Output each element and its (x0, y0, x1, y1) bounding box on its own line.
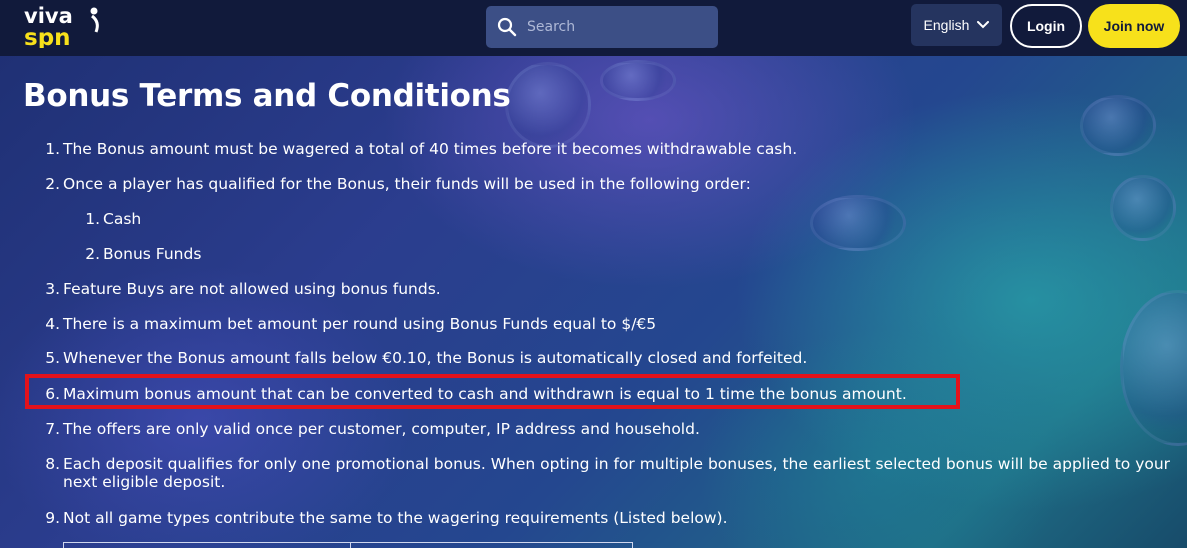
join-now-button[interactable]: Join now (1088, 4, 1180, 48)
search-bar[interactable]: Search (486, 6, 718, 48)
login-button[interactable]: Login (1010, 4, 1082, 48)
list-item: 7. The offers are only valid once per cus… (45, 420, 700, 438)
search-icon (497, 17, 517, 37)
language-selector[interactable]: English (911, 4, 1002, 46)
page-title: Bonus Terms and Conditions (23, 78, 511, 114)
list-item: 2. Once a player has qualified for the Bo… (45, 175, 751, 193)
background-chip (810, 195, 906, 251)
background-chip (505, 62, 591, 148)
contribution-table (63, 542, 633, 548)
chevron-down-icon (977, 21, 990, 29)
sub-list-item: 1. Cash (85, 210, 142, 228)
list-item: 9. Not all game types contribute the same… (45, 509, 728, 527)
top-navigation-bar: viva spn Search English Login Join now (0, 0, 1187, 56)
language-label: English (923, 17, 970, 33)
sub-list-item: 2. Bonus Funds (85, 245, 202, 263)
list-item: 3. Feature Buys are not allowed using bon… (45, 280, 441, 298)
background-chip (1110, 175, 1176, 241)
list-item: 8. Each deposit qualifies for only one pr… (45, 455, 1171, 491)
background-chip (600, 60, 676, 101)
table-column-divider (350, 543, 351, 548)
highlight-box (25, 374, 960, 409)
search-placeholder: Search (527, 19, 576, 35)
list-item: 4. There is a maximum bet amount per roun… (45, 315, 657, 333)
list-item: 1. The Bonus amount must be wagered a tot… (45, 140, 798, 158)
background-chip (1080, 95, 1156, 156)
list-item: 5. Whenever the Bonus amount falls below … (45, 349, 808, 367)
brand-logo[interactable]: viva spn (22, 2, 108, 51)
svg-text:spn: spn (24, 25, 71, 48)
